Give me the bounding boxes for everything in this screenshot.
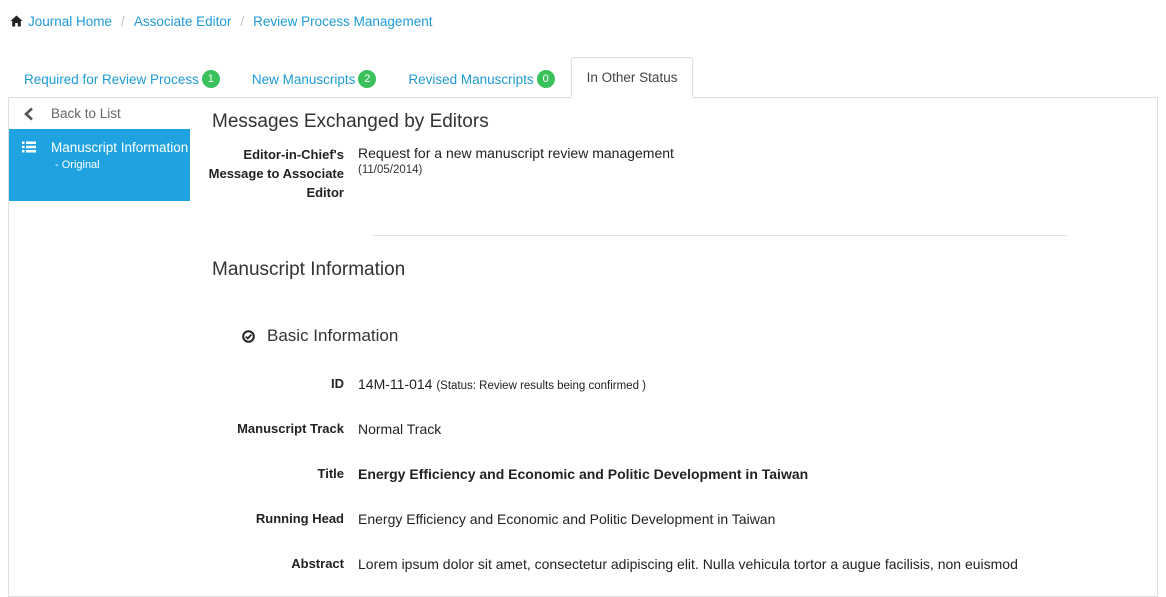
divider [372, 235, 1067, 236]
field-value-title: Energy Efficiency and Economic and Polit… [358, 466, 809, 482]
basic-information-header[interactable]: Basic Information [242, 326, 398, 346]
field-value-running-head: Energy Efficiency and Economic and Polit… [358, 511, 776, 527]
tab-label: In Other Status [586, 70, 678, 85]
tab-label: Revised Manuscripts [408, 71, 534, 87]
breadcrumb-review-process-management[interactable]: Review Process Management [253, 14, 432, 29]
tab-in-other-status[interactable]: In Other Status [570, 57, 694, 98]
message-text: Request for a new manuscript review mana… [358, 145, 674, 161]
count-badge: 2 [358, 70, 377, 88]
tab-label: New Manuscripts [251, 71, 356, 87]
breadcrumb: Journal Home / Associate Editor / Review… [10, 11, 432, 31]
message-value: Request for a new manuscript review mana… [358, 145, 674, 176]
main-panel: Back to List Manuscript Information - Or… [8, 97, 1158, 597]
field-value-track: Normal Track [358, 421, 442, 437]
manuscript-id: 14M-11-014 [358, 376, 433, 392]
tab-label: Required for Review Process [24, 71, 199, 87]
sidebar-item-label: Manuscript Information [51, 140, 189, 155]
breadcrumb-associate-editor[interactable]: Associate Editor [134, 14, 232, 29]
list-icon [22, 141, 36, 153]
field-label-track: Manuscript Track [237, 421, 344, 436]
field-label-title: Title [317, 466, 345, 481]
check-circle-icon [242, 329, 255, 343]
basic-information-label: Basic Information [267, 326, 399, 345]
count-badge: 0 [536, 70, 555, 88]
back-label: Back to List [51, 106, 121, 121]
field-label-abstract: Abstract [291, 556, 344, 571]
message-date: (11/05/2014) [358, 164, 423, 176]
home-icon[interactable] [10, 15, 23, 27]
field-value-abstract: Lorem ipsum dolor sit amet, consectetur … [358, 556, 1018, 572]
breadcrumb-separator: / [121, 13, 125, 29]
chevron-left-icon [24, 107, 33, 120]
sidebar: Back to List Manuscript Information - Or… [9, 98, 190, 201]
tab-required-for-review[interactable]: Required for Review Process 1 [8, 60, 236, 98]
message-label: Editor-in-Chief's Message to Associate E… [208, 147, 344, 200]
breadcrumb-separator: / [240, 13, 245, 29]
tab-bar: Required for Review Process 1 New Manusc… [8, 57, 694, 98]
tab-revised-manuscripts[interactable]: Revised Manuscripts 0 [392, 60, 570, 98]
sidebar-item-sub: - Original [55, 159, 100, 171]
breadcrumb-journal-home[interactable]: Journal Home [28, 14, 112, 29]
messages-section-title: Messages Exchanged by Editors [212, 111, 489, 132]
field-value-id: 14M-11-014 (Status: Review results being… [358, 376, 646, 392]
manuscript-status: (Status: Review results being confirmed … [436, 380, 646, 392]
sidebar-item-manuscript-information[interactable]: Manuscript Information - Original [9, 129, 190, 201]
count-badge: 1 [201, 70, 220, 88]
field-label-running-head: Running Head [255, 511, 344, 526]
tab-new-manuscripts[interactable]: New Manuscripts 2 [236, 60, 393, 98]
field-label-id: ID [331, 376, 344, 391]
manuscript-section-title: Manuscript Information [212, 259, 406, 280]
back-to-list-link[interactable]: Back to List [9, 98, 190, 129]
